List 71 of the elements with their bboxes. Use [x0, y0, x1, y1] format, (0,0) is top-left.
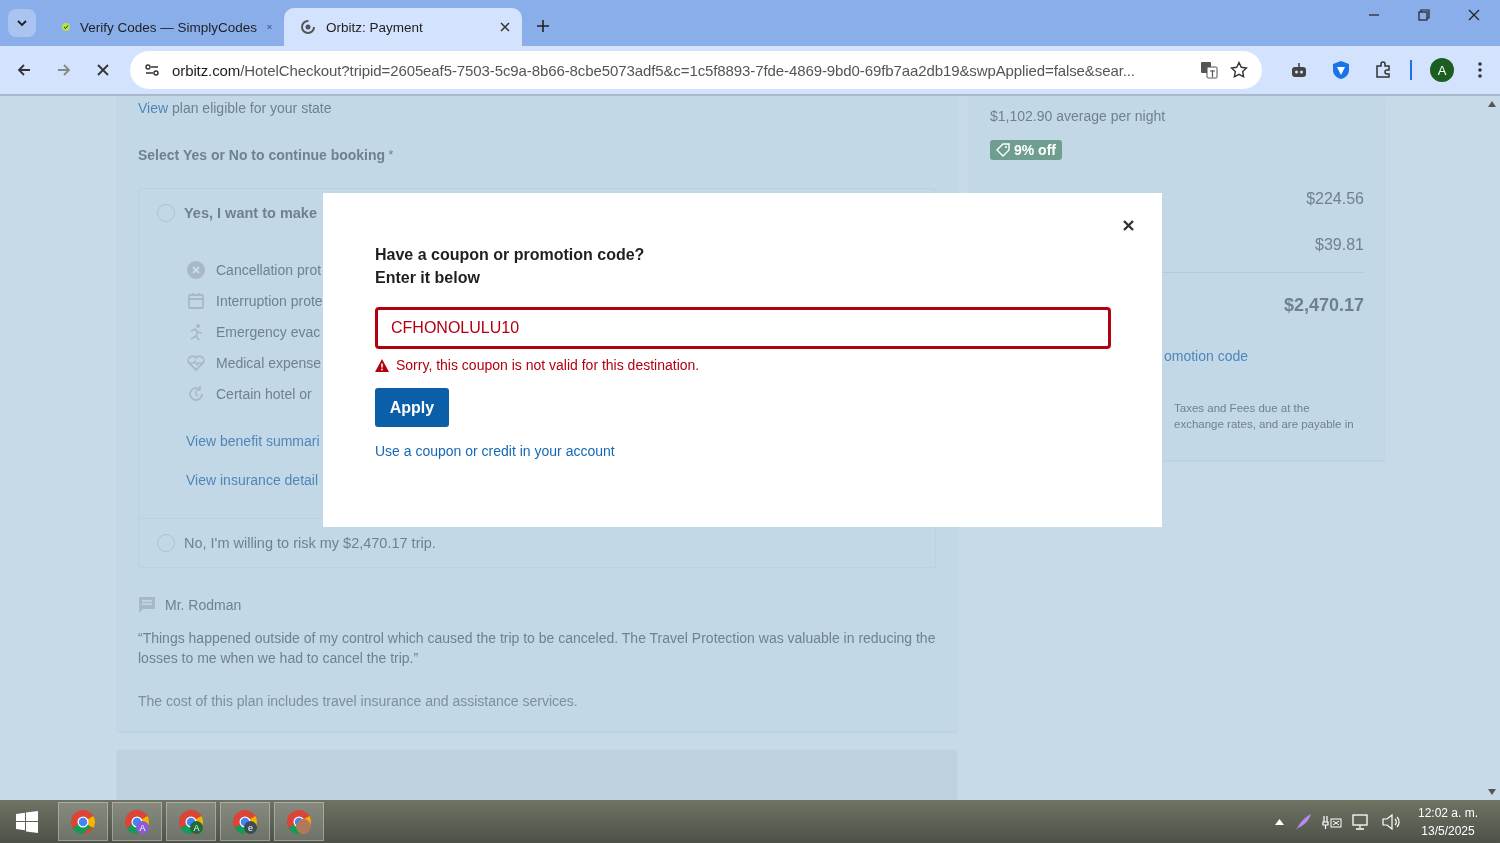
benefit-label: Emergency evac [216, 323, 321, 340]
feather-icon[interactable] [1293, 812, 1312, 831]
browser-tab[interactable]: Verify Codes — SimplyCodes [46, 8, 284, 46]
clock-date[interactable]: 13/5/2025 [1421, 821, 1475, 840]
scroll-up-icon[interactable] [1487, 100, 1497, 108]
coupon-field[interactable]: CFHONOLULU10 [375, 307, 1111, 349]
close-icon[interactable] [1123, 220, 1134, 231]
profile-avatar[interactable]: A [1430, 58, 1454, 82]
forward-icon[interactable] [56, 62, 72, 78]
windows-start-icon[interactable] [16, 810, 38, 833]
account-coupon-link[interactable]: Use a coupon or credit in your account [375, 443, 615, 459]
close-icon[interactable] [500, 22, 510, 32]
tab-list-button[interactable] [8, 9, 36, 37]
review-quote: “Things happened outside of my control which caused the trip to be canceled. The Travel Protection was valuable in reducing the losses to me when we had to cancel the trip.” [138, 629, 936, 668]
network-off-icon[interactable] [1321, 813, 1342, 830]
tab-title: Orbitz: Payment [326, 19, 424, 35]
total-price: $2,470.17 [1283, 295, 1364, 316]
warning-icon [375, 358, 389, 372]
notice-text: View plan eligible for your state [138, 100, 333, 116]
stop-icon[interactable] [96, 63, 110, 77]
taskbar-app[interactable] [58, 802, 108, 841]
benefit-label: Cancellation prot [216, 261, 322, 278]
refresh-clock-icon [187, 384, 205, 403]
restore-icon[interactable] [1418, 9, 1430, 21]
calendar-icon [187, 291, 205, 310]
comment-icon [138, 596, 156, 614]
clock-time[interactable]: 12:02 a. m. [1417, 803, 1478, 822]
apply-button[interactable]: Apply [375, 388, 449, 427]
price-note: exchange rates, and are payable in [1174, 418, 1354, 430]
loading-icon [300, 19, 316, 35]
speaker-icon[interactable] [1381, 813, 1402, 830]
option-label: No, I'm willing to risk my $2,470.17 trip. [184, 535, 436, 551]
back-icon[interactable] [16, 62, 32, 78]
option-label: Yes, I want to make [184, 205, 317, 221]
heartbeat-icon [187, 353, 205, 372]
question-label: Select Yes or No to continue booking [138, 147, 386, 163]
taskbar-app[interactable]: A [166, 802, 216, 841]
chevron-down-icon [16, 17, 28, 29]
scroll-down-icon[interactable] [1487, 788, 1497, 796]
new-tab-icon[interactable] [536, 19, 550, 33]
average-price: $1,102.90 average per night [990, 108, 1166, 124]
site-settings-icon[interactable] [144, 62, 160, 78]
chrome-icon [70, 808, 96, 835]
price-note: Taxes and Fees due at the [1174, 402, 1311, 414]
price-amount: $224.56 [1306, 190, 1364, 208]
tab-title: Verify Codes — SimplyCodes [79, 19, 258, 35]
address-bar[interactable]: orbitz.com/HotelCheckout?tripid=2605eaf5-7503-5c9a-8b66-8cbe5073adf5&c=1c5f8893-7fde-4869-9bd0-69fb7aa2db19&swpApplied=false&sear... [130, 51, 1262, 89]
extensions-icon[interactable] [1374, 61, 1392, 79]
reviewer-name: Mr. Rodman [165, 597, 242, 613]
price-amount: $39.81 [1315, 236, 1364, 254]
plan-note: The cost of this plan includes travel insurance and assistance services. [138, 693, 579, 709]
shield-icon[interactable] [1332, 60, 1350, 80]
star-icon[interactable] [1230, 61, 1248, 79]
required-mark: * [388, 147, 394, 163]
error-message: Sorry, this coupon is not valid for this destination. [396, 357, 700, 373]
robot-icon[interactable] [1290, 61, 1308, 79]
browser-tab[interactable]: Orbitz: Payment [284, 8, 522, 46]
menu-icon[interactable] [1478, 62, 1482, 78]
benefit-label: Interruption prote [216, 292, 323, 309]
x-circle-icon [187, 260, 205, 279]
translate-icon[interactable] [1200, 61, 1218, 79]
discount-badge: 9% off [990, 140, 1062, 160]
benefit-label: Medical expense [216, 354, 322, 371]
dialog-heading: Have a coupon or promotion code? [375, 245, 645, 265]
taskbar-app[interactable]: A [112, 802, 162, 841]
caret-icon[interactable] [1274, 818, 1284, 825]
url-text: orbitz.com/HotelCheckout?tripid=2605eaf5-7503-5c9a-8b66-8cbe5073adf5&c=1c5f8893-7fde-4869-9bd0-69fb7aa2db19&swpApplied=false&sear... [172, 61, 1135, 79]
dialog-subheading: Enter it below [375, 268, 480, 288]
benefit-label: Certain hotel or [216, 385, 312, 402]
close-icon[interactable] [1468, 9, 1480, 21]
taskbar-app[interactable]: e [220, 802, 270, 841]
